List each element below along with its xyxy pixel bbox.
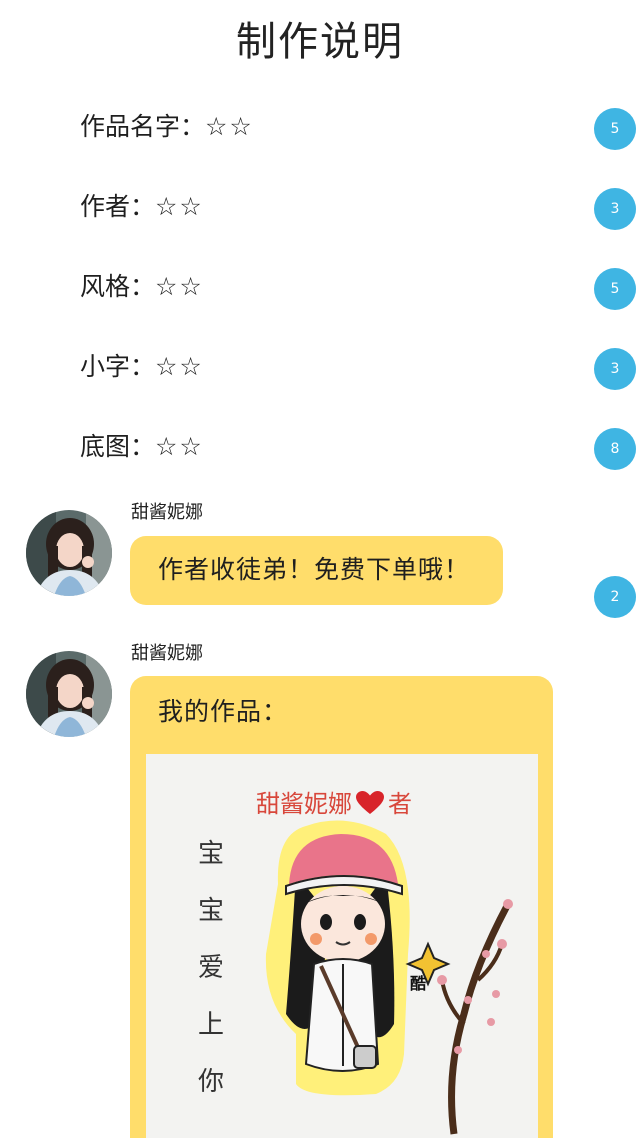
- page-title: 制作说明: [236, 19, 404, 65]
- message-sender: 甜酱妮娜: [131, 502, 203, 523]
- avatar[interactable]: [26, 510, 112, 596]
- artwork-image[interactable]: 甜酱妮娜者 宝宝爱上你 酷: [146, 754, 538, 1138]
- avatar-photo: [26, 510, 112, 596]
- info-label: 作品名字：: [80, 112, 206, 141]
- artwork-illustration: [265, 820, 513, 1135]
- message-text: 我的作品：: [158, 697, 289, 726]
- info-row-background: 底图：☆☆: [80, 427, 204, 467]
- message-bubble[interactable]: 作者收徒弟！免费下单哦！: [130, 536, 503, 605]
- info-label: 底图：: [80, 432, 156, 461]
- message-bubble[interactable]: 我的作品： 甜酱妮娜者 宝宝爱上你 酷: [130, 676, 553, 1138]
- info-label: 小字：: [80, 352, 156, 381]
- info-value: ☆☆: [155, 352, 204, 381]
- count-badge[interactable]: 3: [594, 188, 636, 230]
- message-sender: 甜酱妮娜: [131, 643, 203, 664]
- count-badge[interactable]: 2: [594, 576, 636, 618]
- count-badge[interactable]: 5: [594, 268, 636, 310]
- count-badge[interactable]: 5: [594, 108, 636, 150]
- info-row-work-name: 作品名字：☆☆: [80, 107, 254, 147]
- info-row-author: 作者：☆☆: [80, 187, 204, 227]
- avatar-photo: [26, 651, 112, 737]
- info-row-style: 风格：☆☆: [80, 267, 204, 307]
- info-value: ☆☆: [155, 192, 204, 221]
- artwork-sticker: 酷: [410, 974, 427, 993]
- avatar[interactable]: [26, 651, 112, 737]
- info-row-small-text: 小字：☆☆: [80, 347, 204, 387]
- info-value: ☆☆: [155, 272, 204, 301]
- info-label: 风格：: [80, 272, 156, 301]
- count-badge[interactable]: 8: [594, 428, 636, 470]
- info-value: ☆☆: [205, 112, 254, 141]
- info-value: ☆☆: [155, 432, 204, 461]
- message-text: 作者收徒弟！免费下单哦！: [158, 555, 471, 584]
- info-label: 作者：: [80, 192, 156, 221]
- count-badge[interactable]: 3: [594, 348, 636, 390]
